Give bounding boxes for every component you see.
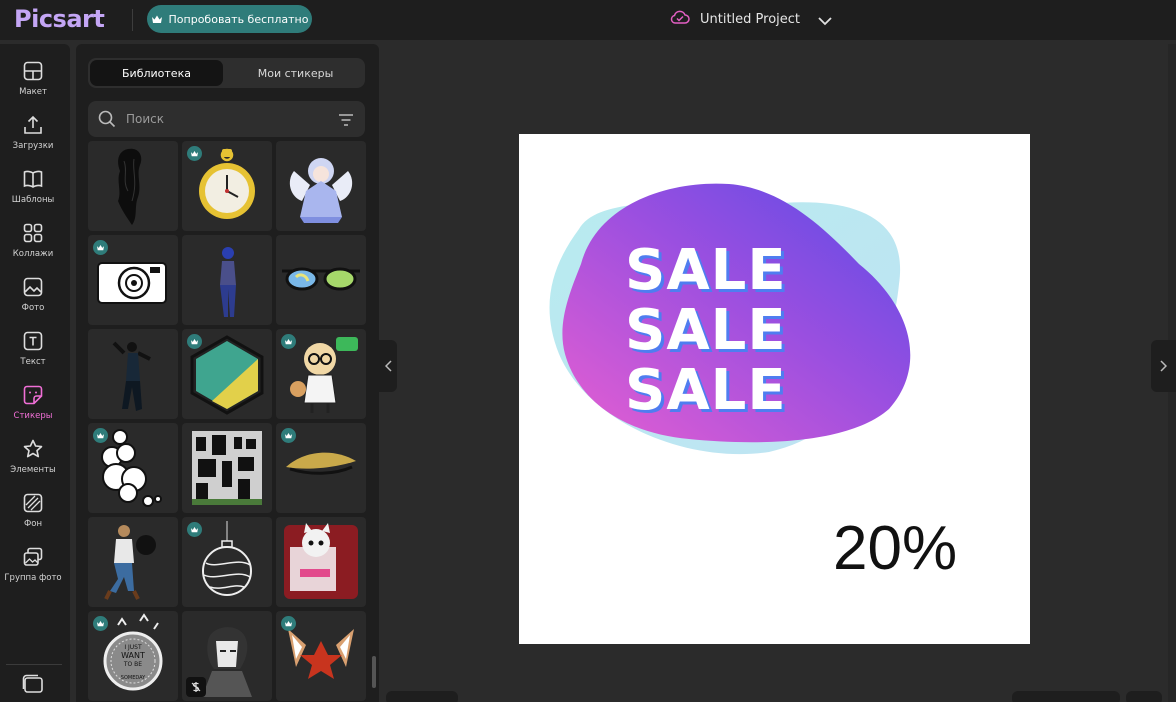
cat-photo-sticker[interactable] xyxy=(276,517,366,607)
sticker-icon xyxy=(22,384,44,406)
premium-crown-icon xyxy=(93,428,108,443)
tab-my-stickers[interactable]: Мои стикеры xyxy=(229,60,362,86)
photo-group-icon xyxy=(22,546,44,568)
sale-text-line-2[interactable]: SALE xyxy=(625,301,787,361)
search-input[interactable] xyxy=(126,109,326,129)
chevron-down-icon[interactable] xyxy=(818,11,832,30)
dancer-silhouette-sticker[interactable] xyxy=(88,329,178,419)
premium-crown-icon xyxy=(281,428,296,443)
rail-item-elements[interactable]: Элементы xyxy=(0,434,66,486)
collage-icon xyxy=(22,222,44,244)
rail-item-layout[interactable]: Макет xyxy=(0,56,66,108)
want-to-be-badge-sticker[interactable]: I JUST WANT TO BE SOMEDAY xyxy=(88,611,178,701)
anime-boy-sketch-sticker[interactable] xyxy=(182,611,272,701)
bottom-left-control[interactable] xyxy=(386,691,458,702)
layout-icon xyxy=(22,60,44,82)
pages-icon[interactable] xyxy=(22,674,44,698)
rail-label: Текст xyxy=(20,357,46,367)
paid-dollar-icon xyxy=(186,677,206,697)
try-free-label: Попробовать бесплатно xyxy=(168,12,309,26)
man-with-shadow-sticker[interactable] xyxy=(88,517,178,607)
picsart-logo[interactable]: Picsart xyxy=(14,5,105,33)
premium-crown-icon xyxy=(187,146,202,161)
chevron-right-icon xyxy=(1160,357,1168,376)
rail-item-background[interactable]: Фон xyxy=(0,488,66,540)
badge-text-4: SOMEDAY xyxy=(121,675,146,681)
sticker-search xyxy=(88,101,365,137)
rail-label: Фото xyxy=(21,303,45,313)
stickers-panel: Библиотека Мои стикеры Поиск I JUST WANT… xyxy=(76,44,379,702)
collapse-panel-handle[interactable] xyxy=(379,340,397,392)
book-icon xyxy=(22,168,44,190)
sale-text-line-3[interactable]: SALE xyxy=(625,361,787,421)
rail-item-photo-group[interactable]: Группа фото xyxy=(0,542,66,594)
blue-figure-sticker[interactable] xyxy=(182,235,272,325)
rail-item-stickers[interactable]: Стикеры xyxy=(0,380,66,432)
retro-camera-sticker[interactable] xyxy=(88,235,178,325)
rail-divider xyxy=(6,664,62,665)
rail-item-photo[interactable]: Фото xyxy=(0,272,66,324)
star-icon xyxy=(22,438,44,460)
sale-text-line-1[interactable]: SALE xyxy=(625,241,787,301)
photo-icon xyxy=(22,276,44,298)
rail-label: Шаблоны xyxy=(11,195,55,205)
badge-text-3: TO BE xyxy=(123,661,142,668)
fox-ears-leaf-sticker[interactable] xyxy=(276,611,366,701)
rail-item-uploads[interactable]: Загрузки xyxy=(0,110,66,162)
divider xyxy=(132,9,133,31)
premium-crown-icon xyxy=(187,334,202,349)
rail-label: Макет xyxy=(19,87,47,97)
christmas-ornament-sticker[interactable] xyxy=(182,517,272,607)
rail-label: Стикеры xyxy=(13,411,53,421)
search-icon xyxy=(98,110,116,132)
text-icon xyxy=(22,330,44,352)
anime-angel-girl-sticker[interactable] xyxy=(276,141,366,231)
premium-crown-icon xyxy=(281,334,296,349)
rail-label: Загрузки xyxy=(12,141,54,151)
rail-label: Коллажи xyxy=(12,249,54,259)
expand-right-panel-handle[interactable] xyxy=(1151,340,1176,392)
premium-crown-icon xyxy=(93,616,108,631)
cloud-sync-icon xyxy=(670,10,690,28)
background-icon xyxy=(22,492,44,514)
filter-icon[interactable] xyxy=(338,112,354,131)
project-title[interactable]: Untitled Project xyxy=(700,12,800,27)
premium-crown-icon xyxy=(187,522,202,537)
project-title-area[interactable]: Untitled Project xyxy=(670,8,800,30)
white-cloud-sticker[interactable] xyxy=(88,423,178,513)
zoom-control[interactable] xyxy=(1012,691,1120,702)
building-sticker[interactable] xyxy=(182,423,272,513)
black-hair-sticker[interactable] xyxy=(88,141,178,231)
premium-crown-icon xyxy=(93,240,108,255)
rail-label: Фон xyxy=(23,519,43,529)
yellow-stopwatch-sticker[interactable] xyxy=(182,141,272,231)
try-free-button[interactable]: Попробовать бесплатно xyxy=(147,5,312,33)
discount-percent-text[interactable]: 20% xyxy=(833,514,957,584)
badge-text-1: I JUST xyxy=(124,644,142,651)
tool-rail: Макет Загрузки Шаблоны Коллажи Фото Текс… xyxy=(0,44,70,702)
premium-crown-icon xyxy=(281,616,296,631)
rail-item-templates[interactable]: Шаблоны xyxy=(0,164,66,216)
rail-item-collages[interactable]: Коллажи xyxy=(0,218,66,270)
panel-scrollbar[interactable] xyxy=(372,656,376,688)
sunglasses-sticker[interactable] xyxy=(276,235,366,325)
teal-hexagon-sticker[interactable] xyxy=(182,329,272,419)
upload-icon xyxy=(22,114,44,136)
top-bar: Picsart Попробовать бесплатно Untitled P… xyxy=(0,0,1176,40)
rail-label: Группа фото xyxy=(4,573,62,583)
sticker-grid: I JUST WANT TO BE SOMEDAY xyxy=(88,141,366,702)
rail-item-text[interactable]: Текст xyxy=(0,326,66,378)
gold-eyelash-sticker[interactable] xyxy=(276,423,366,513)
crown-icon xyxy=(151,14,163,24)
rail-label: Элементы xyxy=(10,465,56,475)
badge-text-2: WANT xyxy=(121,651,145,660)
chevron-left-icon xyxy=(384,357,392,376)
help-control[interactable] xyxy=(1126,691,1162,702)
panel-tabs: Библиотека Мои стикеры xyxy=(88,58,365,88)
tab-library[interactable]: Библиотека xyxy=(90,60,223,86)
cartoon-girl-with-dog-sticker[interactable] xyxy=(276,329,366,419)
